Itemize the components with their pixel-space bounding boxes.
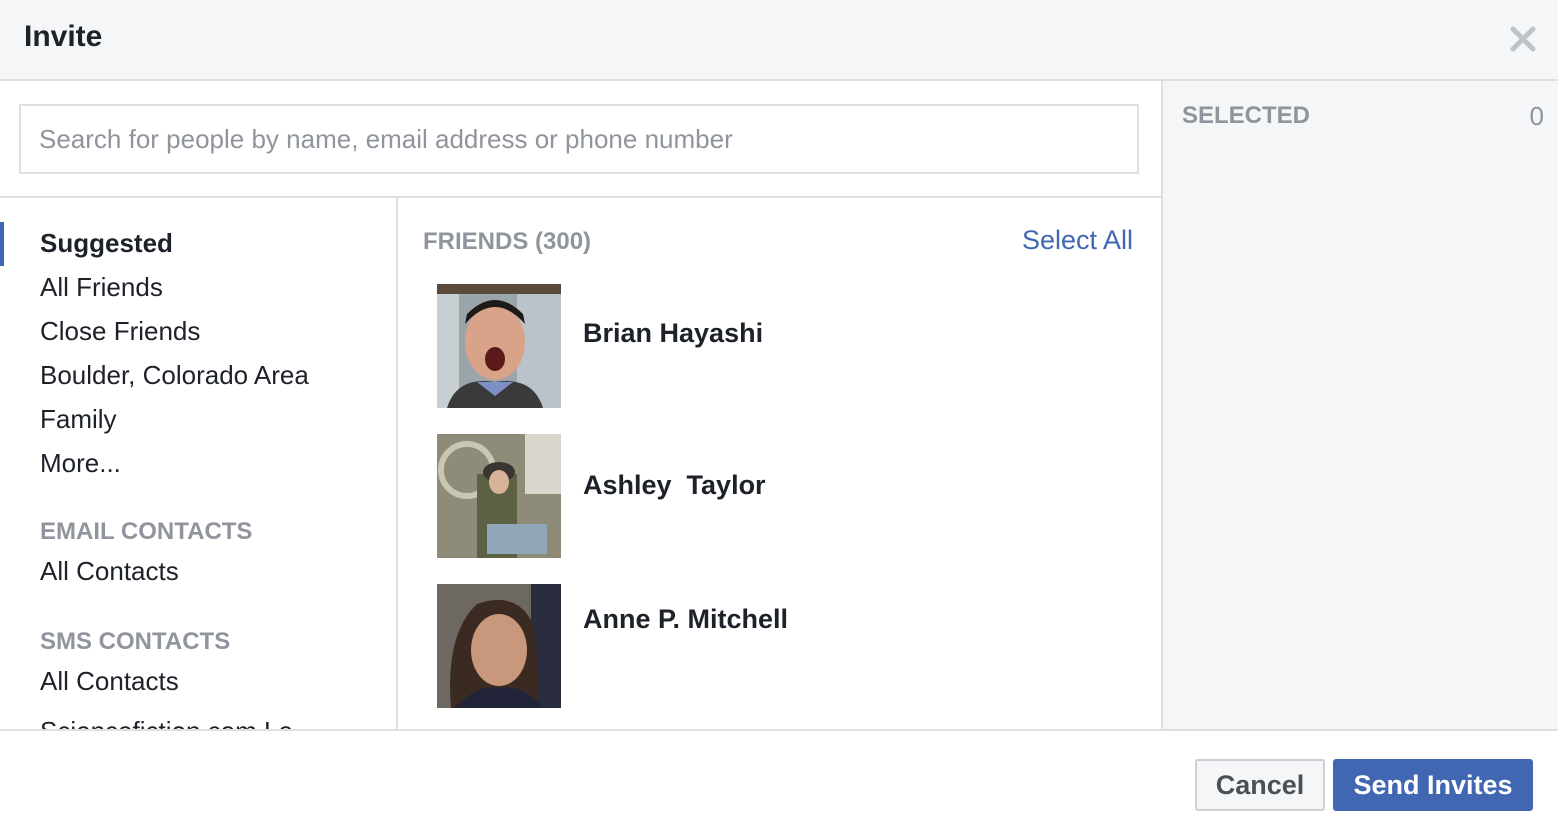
close-button[interactable] bbox=[1506, 22, 1540, 56]
friend-row[interactable]: Brian Hayashi bbox=[437, 284, 1137, 408]
selected-count: 0 bbox=[1529, 101, 1544, 131]
nav-item-clipped[interactable]: Sciencefiction.com Le bbox=[40, 716, 293, 729]
active-indicator bbox=[0, 222, 4, 266]
avatar bbox=[437, 584, 561, 708]
dialog-title: Invite bbox=[24, 20, 103, 53]
search-area bbox=[0, 81, 1161, 198]
nav-item-email-all-contacts[interactable]: All Contacts bbox=[40, 556, 179, 587]
nav-item-family[interactable]: Family bbox=[40, 404, 117, 435]
dialog-footer: Cancel Send Invites bbox=[0, 729, 1558, 831]
close-icon bbox=[1510, 26, 1536, 52]
nav-item-all-friends[interactable]: All Friends bbox=[40, 272, 163, 303]
friend-row[interactable]: Anne P. Mitchell bbox=[437, 584, 1137, 708]
send-invites-button[interactable]: Send Invites bbox=[1333, 759, 1533, 811]
list-nav: Suggested All Friends Close Friends Boul… bbox=[0, 198, 398, 729]
friend-name: Ashley Taylor bbox=[583, 470, 766, 500]
friends-list: FRIENDS (300) Select All Brian Hayashi A… bbox=[400, 198, 1161, 729]
friend-name: Brian Hayashi bbox=[583, 318, 764, 348]
selected-label: SELECTED bbox=[1182, 102, 1311, 129]
selected-panel: SELECTED 0 bbox=[1161, 81, 1558, 729]
sms-contacts-heading: SMS CONTACTS bbox=[40, 628, 231, 655]
cancel-button[interactable]: Cancel bbox=[1195, 759, 1325, 811]
nav-item-close-friends[interactable]: Close Friends bbox=[40, 316, 200, 347]
nav-item-suggested[interactable]: Suggested bbox=[40, 228, 173, 259]
nav-item-sms-all-contacts[interactable]: All Contacts bbox=[40, 666, 179, 697]
nav-item-boulder-area[interactable]: Boulder, Colorado Area bbox=[40, 360, 309, 391]
email-contacts-heading: EMAIL CONTACTS bbox=[40, 518, 253, 545]
search-input[interactable] bbox=[19, 104, 1139, 174]
select-all-link[interactable]: Select All bbox=[1022, 225, 1133, 256]
main-panel: Suggested All Friends Close Friends Boul… bbox=[0, 81, 1161, 729]
avatar bbox=[437, 284, 561, 408]
nav-item-more[interactable]: More... bbox=[40, 448, 121, 479]
avatar bbox=[437, 434, 561, 558]
dialog-header: Invite bbox=[0, 0, 1558, 81]
friend-name: Anne P. Mitchell bbox=[583, 604, 789, 634]
friends-heading: FRIENDS (300) bbox=[423, 228, 592, 255]
friend-row[interactable]: Ashley Taylor bbox=[437, 434, 1137, 558]
